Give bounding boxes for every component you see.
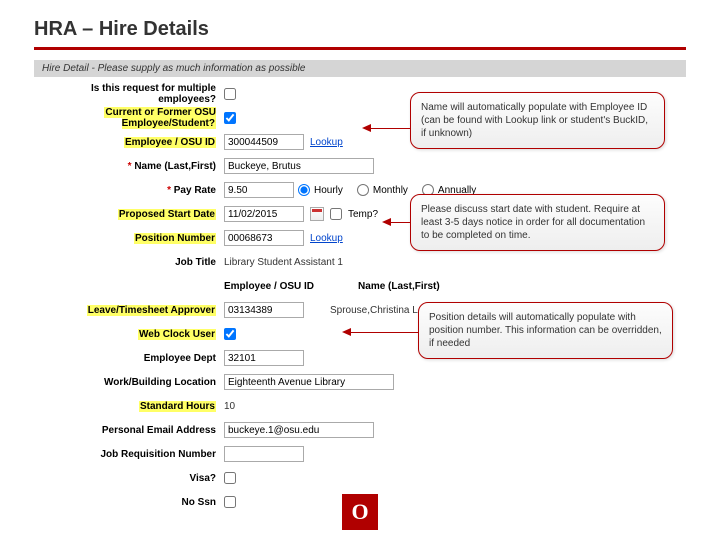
checkbox-no-ssn[interactable] <box>224 496 236 508</box>
arrow-head-icon <box>342 328 351 336</box>
label-approver-id: Employee / OSU ID <box>224 281 314 292</box>
label-location: Work/Building Location <box>104 377 216 388</box>
lookup-position[interactable]: Lookup <box>310 233 343 244</box>
label-approver-name: Name (Last,First) <box>358 281 440 292</box>
input-email[interactable] <box>224 422 374 438</box>
label-emp-id: Employee / OSU ID <box>124 137 216 148</box>
page-title: HRA – Hire Details <box>34 18 686 50</box>
calendar-icon[interactable] <box>310 207 324 221</box>
input-approver-id[interactable] <box>224 302 304 318</box>
radio-hourly[interactable] <box>298 184 310 196</box>
input-start-date[interactable] <box>224 206 304 222</box>
arrow-line <box>390 222 410 223</box>
label-name: Name (Last,First) <box>134 161 216 172</box>
logo: O <box>342 494 378 530</box>
label-no-ssn: No Ssn <box>182 497 216 508</box>
input-req-num[interactable] <box>224 446 304 462</box>
callout-position-details: Position details will automatically popu… <box>418 302 673 359</box>
label-visa: Visa? <box>190 473 217 484</box>
label-web-clock: Web Clock User <box>138 329 216 340</box>
checkbox-web-clock[interactable] <box>224 328 236 340</box>
input-location[interactable] <box>224 374 394 390</box>
checkbox-former[interactable] <box>224 112 236 124</box>
arrow-head-icon <box>382 218 391 226</box>
label-std-hours: Standard Hours <box>139 401 216 412</box>
label-pay-rate: Pay Rate <box>174 185 216 196</box>
radio-monthly[interactable] <box>357 184 369 196</box>
input-position[interactable] <box>224 230 304 246</box>
label-leave-approver: Leave/Timesheet Approver <box>87 305 216 316</box>
required-marker: * <box>167 185 171 196</box>
callout-start-date: Please discuss start date with student. … <box>410 194 665 251</box>
label-multiple: Is this request for multiple employees? <box>91 83 216 105</box>
value-std-hours: 10 <box>224 401 235 412</box>
label-temp: Temp? <box>348 209 378 220</box>
label-start-date: Proposed Start Date <box>118 209 216 220</box>
lookup-emp-id[interactable]: Lookup <box>310 137 343 148</box>
label-former: Current or Former OSU Employee/Student? <box>104 107 216 129</box>
label-hourly: Hourly <box>314 185 343 196</box>
checkbox-multiple[interactable] <box>224 88 236 100</box>
arrow-line <box>350 332 418 333</box>
input-dept[interactable] <box>224 350 304 366</box>
input-pay-rate[interactable] <box>224 182 294 198</box>
checkbox-visa[interactable] <box>224 472 236 484</box>
label-email: Personal Email Address <box>102 425 216 436</box>
value-job-title: Library Student Assistant 1 <box>224 257 343 268</box>
callout-name-populate: Name will automatically populate with Em… <box>410 92 665 149</box>
logo-letter: O <box>351 499 368 525</box>
arrow-head-icon <box>362 124 371 132</box>
label-monthly: Monthly <box>373 185 408 196</box>
input-name[interactable] <box>224 158 374 174</box>
label-position: Position Number <box>134 233 216 244</box>
label-dept: Employee Dept <box>144 353 216 364</box>
arrow-line <box>370 128 410 129</box>
input-emp-id[interactable] <box>224 134 304 150</box>
checkbox-temp[interactable] <box>330 208 342 220</box>
label-req-num: Job Requisition Number <box>100 449 216 460</box>
label-job-title: Job Title <box>175 257 216 268</box>
required-marker: * <box>128 161 132 172</box>
section-bar: Hire Detail - Please supply as much info… <box>34 60 686 77</box>
